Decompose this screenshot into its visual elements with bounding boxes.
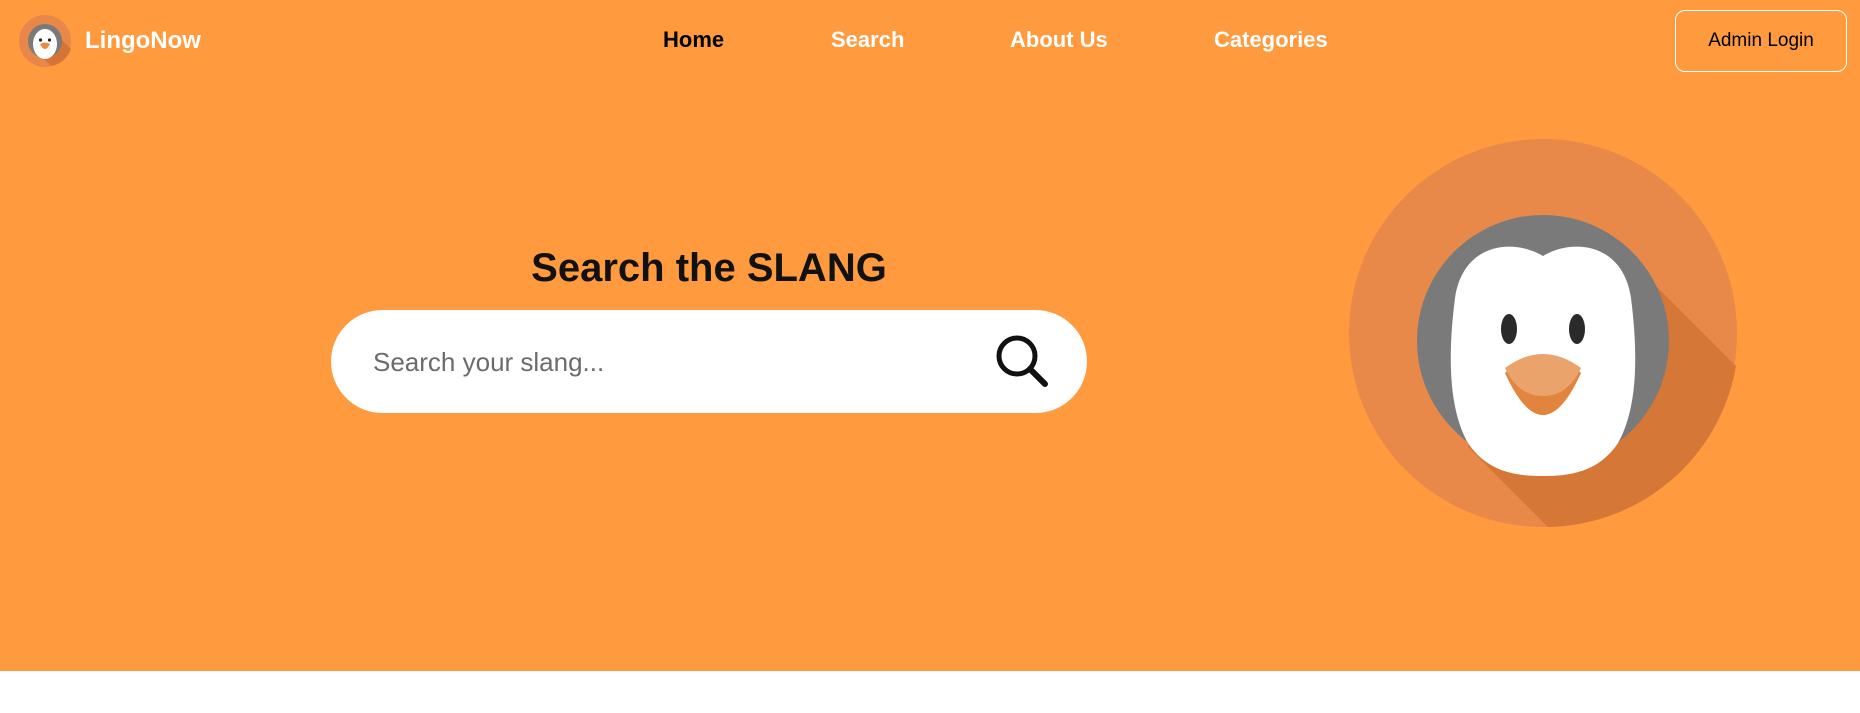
search-icon [996,335,1048,387]
hero-section: LingoNow Home Search About Us Categories… [0,0,1860,671]
search-bar [331,310,1087,413]
nav-search[interactable]: Search [831,27,904,53]
hero-title: Search the SLANG [531,246,887,290]
penguin-illustration [1349,139,1737,527]
search-button[interactable] [993,332,1053,392]
nav-categories[interactable]: Categories [1214,27,1328,53]
admin-login-button[interactable]: Admin Login [1675,10,1847,72]
main-nav: Home Search About Us Categories [0,27,1860,57]
nav-home[interactable]: Home [663,27,724,53]
nav-about-us[interactable]: About Us [1010,27,1108,53]
search-input[interactable] [371,336,935,388]
